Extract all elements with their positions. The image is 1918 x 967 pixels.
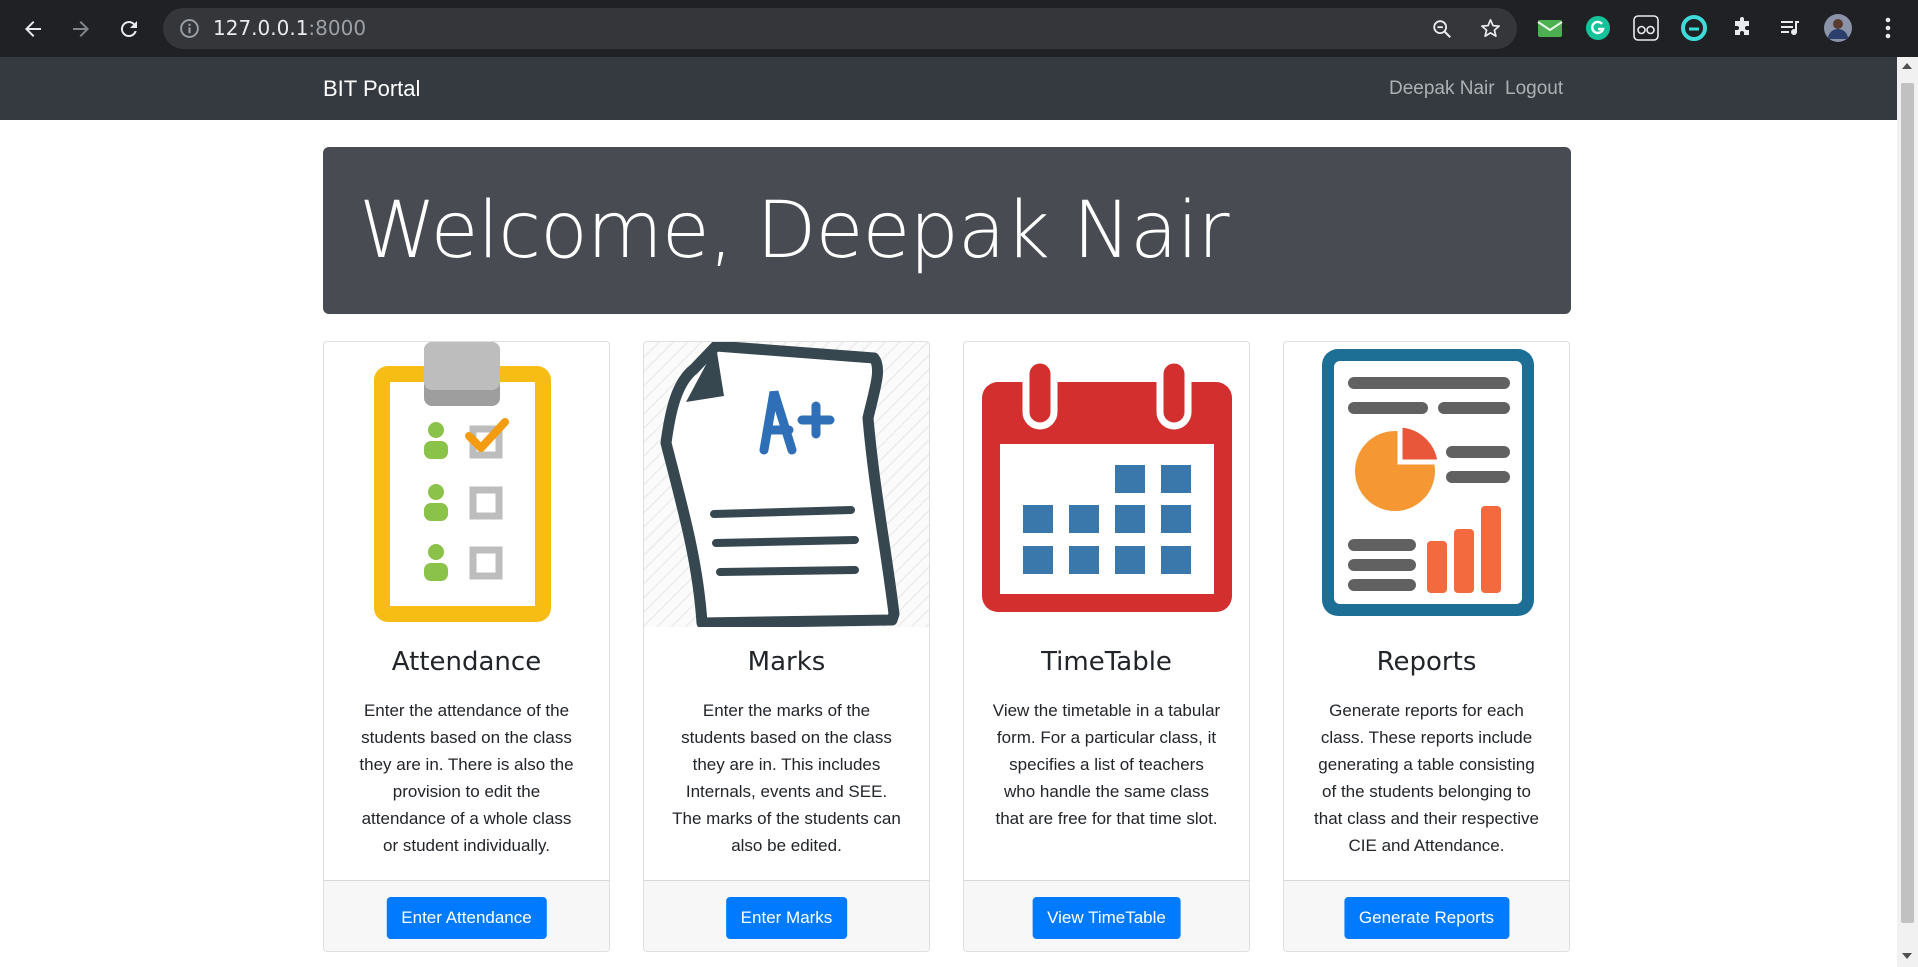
- enter-marks-button[interactable]: Enter Marks: [725, 897, 848, 939]
- scrollbar-thumb[interactable]: [1901, 83, 1914, 923]
- site-navbar: BIT Portal Deepak Nair Logout: [0, 57, 1897, 120]
- extensions-puzzle-icon[interactable]: [1727, 13, 1757, 43]
- media-queue-icon[interactable]: [1775, 13, 1805, 43]
- browser-menu-icon[interactable]: [1873, 13, 1903, 43]
- edge-extension-icon[interactable]: [1679, 13, 1709, 43]
- mail-extension-icon[interactable]: [1535, 13, 1565, 43]
- site-info-icon[interactable]: [179, 18, 200, 44]
- page-scrollbar[interactable]: [1897, 57, 1918, 967]
- zoom-icon[interactable]: [1431, 18, 1453, 45]
- back-icon[interactable]: [16, 12, 50, 46]
- report-icon: [1284, 342, 1569, 627]
- navbar-brand[interactable]: BIT Portal: [323, 57, 420, 120]
- generate-reports-button[interactable]: Generate Reports: [1343, 897, 1510, 939]
- browser-toolbar: 127.0.0.1:8000: [0, 0, 1918, 57]
- card-marks: Marks Enter the marks of the students ba…: [643, 341, 930, 952]
- card-timetable: TimeTable View the timetable in a tabula…: [963, 341, 1250, 952]
- card-footer: Generate Reports: [1284, 880, 1569, 951]
- card-reports: Reports Generate reports for each class.…: [1283, 341, 1570, 952]
- grammarly-icon[interactable]: [1583, 13, 1613, 43]
- attendance-clipboard-icon: [324, 342, 609, 627]
- card-attendance: Attendance Enter the attendance of the s…: [323, 341, 610, 952]
- card-footer: Enter Attendance: [324, 880, 609, 951]
- card-title: Marks: [747, 647, 826, 677]
- welcome-heading: Welcome, Deepak Nair: [359, 186, 1230, 276]
- reload-icon[interactable]: [112, 12, 146, 46]
- nav-logout-link[interactable]: Logout: [1505, 57, 1563, 120]
- enter-attendance-button[interactable]: Enter Attendance: [386, 897, 547, 939]
- calendar-icon: [964, 342, 1249, 627]
- card-description: Generate reports for each class. These r…: [1314, 701, 1539, 855]
- card-footer: View TimeTable: [964, 880, 1249, 951]
- profile-avatar[interactable]: [1823, 13, 1853, 43]
- url-text[interactable]: 127.0.0.1:8000: [213, 8, 366, 49]
- glasses-extension-icon[interactable]: [1631, 13, 1661, 43]
- view-timetable-button[interactable]: View TimeTable: [1032, 897, 1181, 939]
- welcome-jumbotron: Welcome, Deepak Nair: [323, 147, 1571, 314]
- bookmark-star-icon[interactable]: [1479, 17, 1502, 45]
- marks-paper-icon: [644, 342, 929, 629]
- card-footer: Enter Marks: [644, 880, 929, 951]
- card-title: Reports: [1376, 647, 1477, 677]
- card-description: View the timetable in a tabular form. Fo…: [992, 701, 1221, 828]
- card-title: Attendance: [391, 647, 542, 677]
- address-bar[interactable]: 127.0.0.1:8000: [163, 8, 1517, 49]
- card-title: TimeTable: [1041, 647, 1172, 677]
- nav-user-link[interactable]: Deepak Nair: [1389, 57, 1495, 120]
- card-description: Enter the marks of the students based on…: [672, 701, 901, 855]
- forward-icon[interactable]: [64, 12, 98, 46]
- card-description: Enter the attendance of the students bas…: [359, 701, 574, 855]
